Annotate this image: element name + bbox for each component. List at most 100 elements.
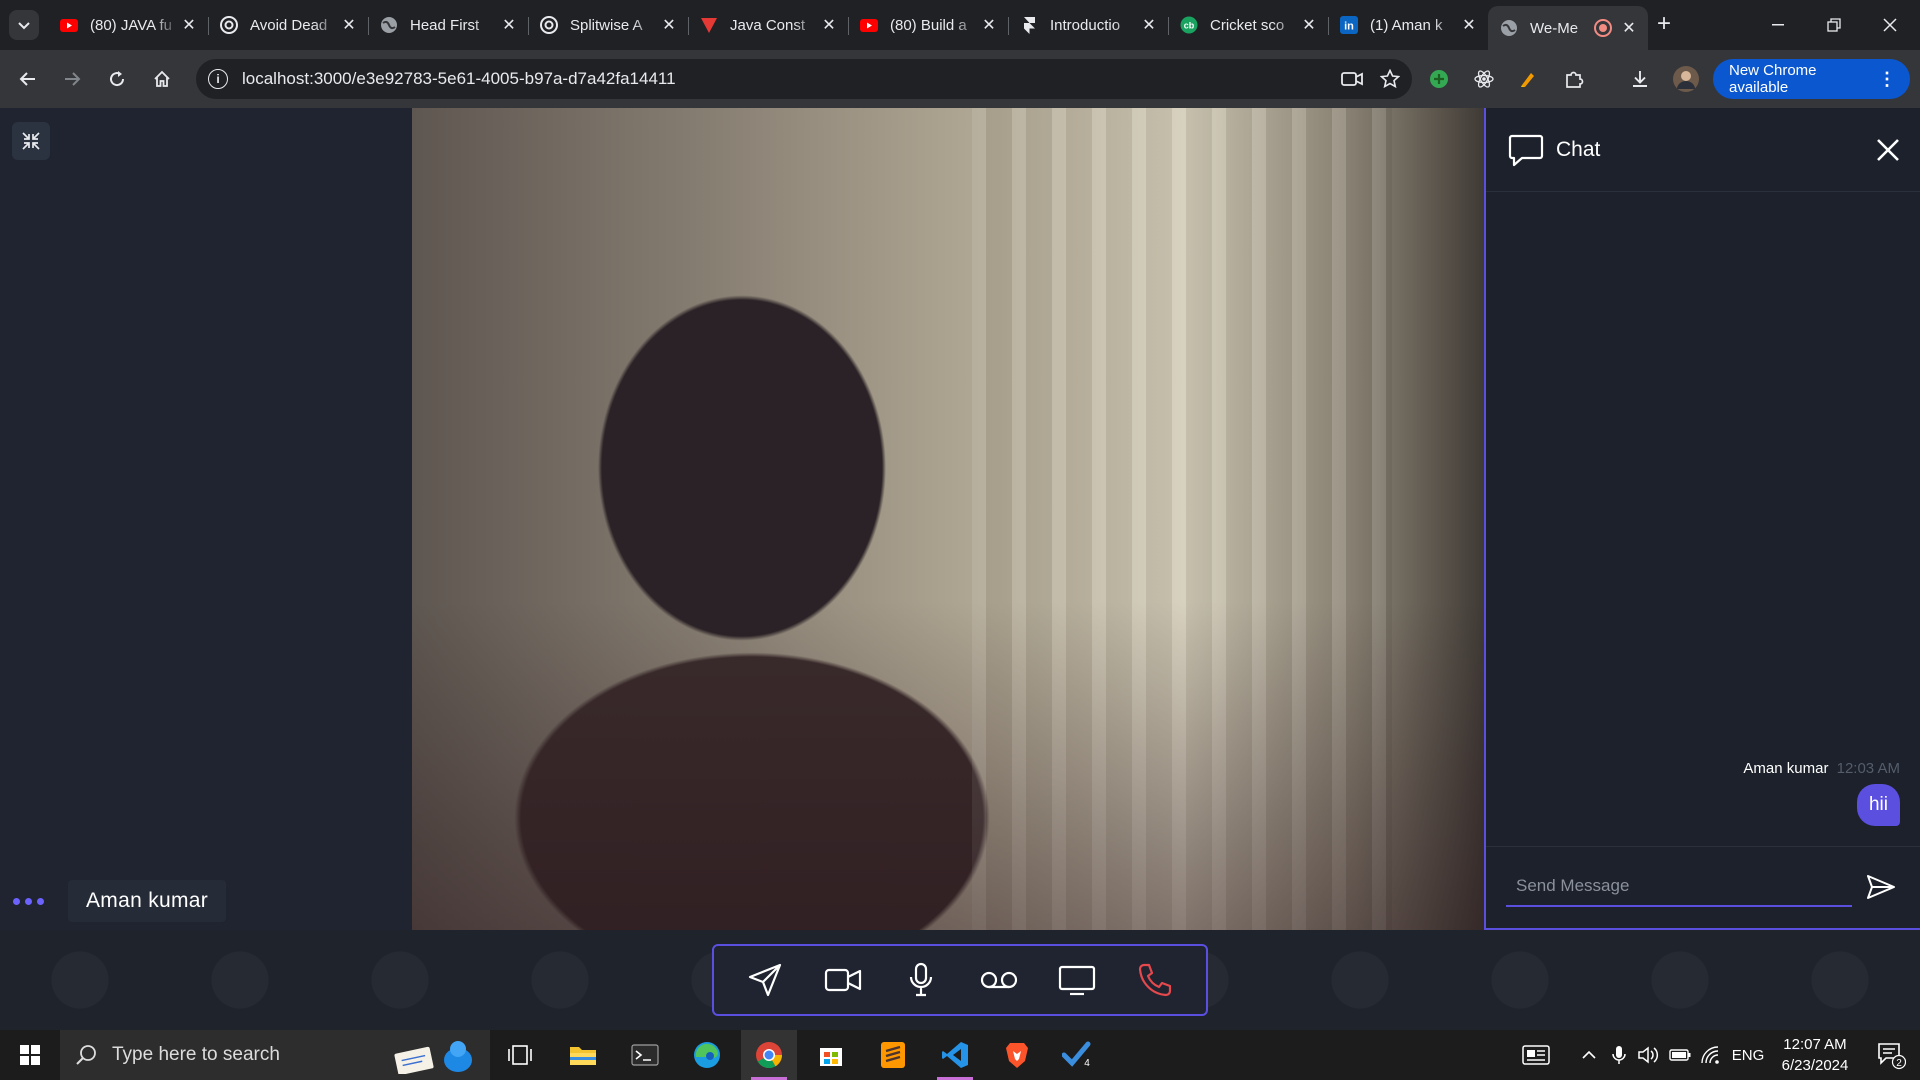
exit-fullscreen-button[interactable] [12, 122, 50, 160]
call-controls [712, 944, 1208, 1016]
chat-composer [1486, 846, 1920, 930]
clock[interactable]: 12:07 AM 6/23/2024 [1770, 1034, 1860, 1076]
profile-button[interactable] [1670, 63, 1702, 95]
battery-button[interactable] [1666, 1030, 1694, 1080]
close-tab-icon[interactable]: ✕ [1140, 16, 1158, 34]
tab-splitwise[interactable]: Splitwise A ✕ [528, 6, 688, 44]
tab-title: (1) Aman k [1370, 16, 1443, 34]
sublime-text-button[interactable] [865, 1030, 921, 1080]
close-tab-icon[interactable]: ✕ [1620, 19, 1638, 37]
tab-we-meet[interactable]: We-Me ✕ [1488, 6, 1648, 50]
extension-button[interactable] [1423, 63, 1455, 95]
camera-in-use-icon[interactable] [1336, 63, 1368, 95]
todo-button[interactable]: 4 [1051, 1030, 1107, 1080]
taskbar-search[interactable]: Type here to search [60, 1030, 490, 1080]
restore-icon [1827, 18, 1841, 32]
notification-center-button[interactable]: 2 [1876, 1040, 1907, 1070]
toggle-mic-button[interactable] [895, 954, 947, 1006]
back-button[interactable] [12, 63, 44, 95]
minimize-icon [1772, 24, 1784, 26]
bookmark-star-icon[interactable] [1374, 63, 1406, 95]
vscode-button[interactable] [927, 1030, 983, 1080]
tab-youtube-java[interactable]: (80) JAVA fu ✕ [48, 6, 208, 44]
record-button[interactable] [973, 954, 1025, 1006]
chrome-update-button[interactable]: New Chrome available ⋮ [1713, 59, 1910, 99]
end-call-button[interactable] [1129, 954, 1181, 1006]
vscode-icon [942, 1042, 968, 1068]
tab-linkedin[interactable]: in (1) Aman k ✕ [1328, 6, 1488, 44]
site-info-icon[interactable]: i [208, 69, 228, 89]
mic-in-use-indicator[interactable] [1607, 1030, 1631, 1080]
chrome-button[interactable] [741, 1030, 797, 1080]
extension-button[interactable] [1512, 63, 1544, 95]
close-icon [1883, 18, 1897, 32]
close-tab-icon[interactable]: ✕ [500, 16, 518, 34]
minimize-button[interactable] [1750, 0, 1806, 50]
downloads-button[interactable] [1624, 63, 1656, 95]
toggle-video-button[interactable] [817, 954, 869, 1006]
news-icon [1522, 1045, 1550, 1065]
brave-icon [1006, 1043, 1028, 1068]
message-input[interactable] [1506, 867, 1852, 907]
chevron-down-icon [18, 22, 30, 30]
close-tab-icon[interactable]: ✕ [1460, 16, 1478, 34]
send-icon [748, 963, 782, 997]
tab-search-button[interactable] [9, 10, 39, 40]
forward-button[interactable] [56, 63, 88, 95]
address-bar[interactable]: i localhost:3000/e3e92783-5e61-4005-b97a… [196, 59, 1412, 99]
extension-button[interactable] [1468, 63, 1500, 95]
send-message-button[interactable] [1862, 869, 1900, 905]
tab-title: We-Me [1530, 19, 1579, 37]
close-tab-icon[interactable]: ✕ [340, 16, 358, 34]
network-button[interactable] [1697, 1030, 1725, 1080]
restore-button[interactable] [1806, 0, 1862, 50]
language-indicator[interactable]: ENG [1730, 1030, 1766, 1080]
close-window-button[interactable] [1862, 0, 1918, 50]
chrome-icon [756, 1042, 783, 1069]
tab-head-first[interactable]: Head First ✕ [368, 6, 528, 44]
arrow-left-icon [19, 72, 35, 86]
voicemail-icon [980, 971, 1018, 989]
close-tab-icon[interactable]: ✕ [180, 16, 198, 34]
news-widget-button[interactable] [1516, 1030, 1556, 1080]
microsoft-store-button[interactable] [803, 1030, 859, 1080]
tab-introduction[interactable]: Introductio ✕ [1008, 6, 1168, 44]
file-explorer-button[interactable] [555, 1030, 611, 1080]
close-tab-icon[interactable]: ✕ [660, 16, 678, 34]
reload-button[interactable] [101, 63, 133, 95]
tab-cricket[interactable]: cb Cricket sco ✕ [1168, 6, 1328, 44]
extensions-button[interactable] [1558, 63, 1590, 95]
brave-button[interactable] [989, 1030, 1045, 1080]
close-tab-icon[interactable]: ✕ [1300, 16, 1318, 34]
meeting-page: Aman kumar Chat Aman kumar 12:03 AM hii [0, 108, 1920, 1030]
participant-options-icon[interactable] [13, 898, 44, 905]
edge-button[interactable] [679, 1030, 735, 1080]
tab-avoid-dead[interactable]: Avoid Dead ✕ [208, 6, 368, 44]
reload-icon [110, 71, 125, 87]
home-button[interactable] [146, 63, 178, 95]
screen-share-button[interactable] [1051, 954, 1103, 1006]
tab-youtube-build[interactable]: (80) Build a ✕ [848, 6, 1008, 44]
url-text[interactable]: localhost:3000/e3e92783-5e61-4005-b97a-d… [242, 69, 1336, 89]
chevron-up-icon [1582, 1050, 1596, 1059]
terminal-button[interactable] [617, 1030, 673, 1080]
new-tab-button[interactable]: + [1650, 10, 1678, 38]
windows-logo-icon [20, 1045, 40, 1065]
react-icon [1474, 70, 1494, 88]
close-chat-button[interactable] [1874, 136, 1902, 164]
store-icon [820, 1048, 842, 1066]
tab-java-const[interactable]: Java Const ✕ [688, 6, 848, 44]
task-view-button[interactable] [492, 1030, 548, 1080]
message-text: hii [1868, 794, 1888, 815]
framer-icon [1020, 16, 1038, 34]
tabs: (80) JAVA fu ✕ Avoid Dead ✕ Head First ✕… [48, 6, 1648, 50]
show-hidden-icons-button[interactable] [1578, 1030, 1600, 1080]
share-button[interactable] [739, 954, 791, 1006]
volume-button[interactable] [1635, 1030, 1663, 1080]
folder-icon [570, 1047, 596, 1065]
close-tab-icon[interactable]: ✕ [980, 16, 998, 34]
start-button[interactable] [0, 1030, 60, 1080]
close-tab-icon[interactable]: ✕ [820, 16, 838, 34]
todo-badge: 4 [1084, 1058, 1090, 1069]
notification-count: 2 [1896, 1058, 1902, 1069]
